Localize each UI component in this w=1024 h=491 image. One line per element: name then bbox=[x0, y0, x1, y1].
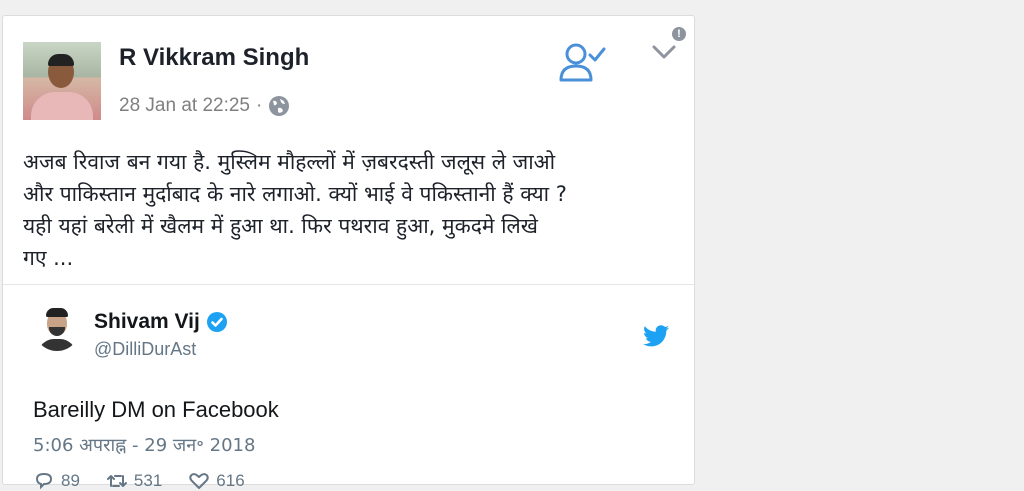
tweet-author-name-label: Shivam Vij bbox=[94, 310, 200, 333]
post-timestamp[interactable]: 28 Jan at 22:25 bbox=[119, 95, 250, 117]
like-action[interactable]: 616 bbox=[188, 471, 245, 491]
tweet-timestamp[interactable]: 5:06 अपराह्न - 29 जन॰ 2018 bbox=[33, 433, 255, 457]
tweet-author-handle[interactable]: @DilliDurAst bbox=[94, 339, 196, 360]
reply-action[interactable]: 89 bbox=[33, 471, 80, 491]
like-icon bbox=[189, 473, 210, 489]
retweet-count: 531 bbox=[133, 471, 163, 490]
author-avatar[interactable] bbox=[23, 42, 101, 120]
reply-count: 89 bbox=[61, 471, 80, 490]
meta-separator: · bbox=[256, 95, 263, 116]
tweet-text: Bareilly DM on Facebook bbox=[33, 397, 279, 422]
post-body-text: अजब रिवाज बन गया है. मुस्लिम मौहल्लों मे… bbox=[23, 150, 567, 270]
globe-icon bbox=[269, 96, 290, 116]
facebook-post: R Vikkram Singh 28 Jan at 22:25 · ! अजब … bbox=[3, 16, 694, 284]
tweet-author-name[interactable]: Shivam Vij bbox=[94, 310, 228, 334]
reply-icon bbox=[35, 472, 53, 490]
retweet-action[interactable]: 531 bbox=[106, 471, 162, 491]
tweet-author-avatar[interactable] bbox=[34, 305, 80, 351]
info-icon[interactable]: ! bbox=[672, 27, 686, 41]
twitter-bird-icon[interactable] bbox=[643, 325, 669, 347]
chevron-down-icon[interactable] bbox=[651, 40, 677, 64]
embedded-tweet: Shivam Vij @DilliDurAst Bareilly DM on F… bbox=[3, 285, 694, 490]
author-name[interactable]: R Vikkram Singh bbox=[119, 44, 309, 72]
tweet-actions: 89 531 616 bbox=[33, 471, 245, 491]
like-count: 616 bbox=[216, 471, 245, 490]
verified-icon bbox=[206, 312, 227, 332]
post-meta: 28 Jan at 22:25 · bbox=[119, 95, 290, 117]
retweet-icon bbox=[106, 475, 127, 487]
embedded-post-card: R Vikkram Singh 28 Jan at 22:25 · ! अजब … bbox=[2, 15, 695, 490]
follow-icon[interactable] bbox=[558, 38, 608, 88]
